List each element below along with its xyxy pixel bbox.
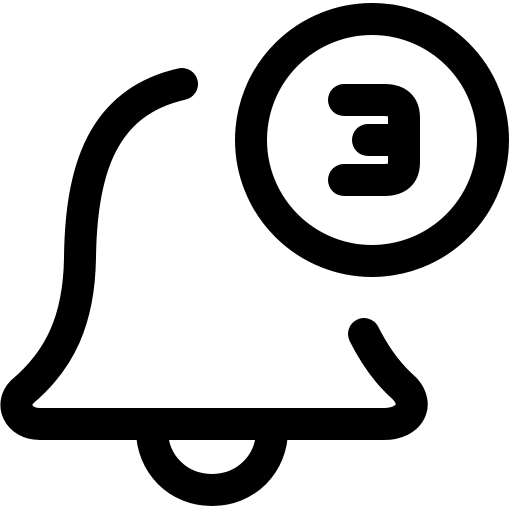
notification-bell-icon <box>0 3 509 506</box>
icon-canvas <box>0 0 512 512</box>
badge-number-three <box>328 84 420 196</box>
